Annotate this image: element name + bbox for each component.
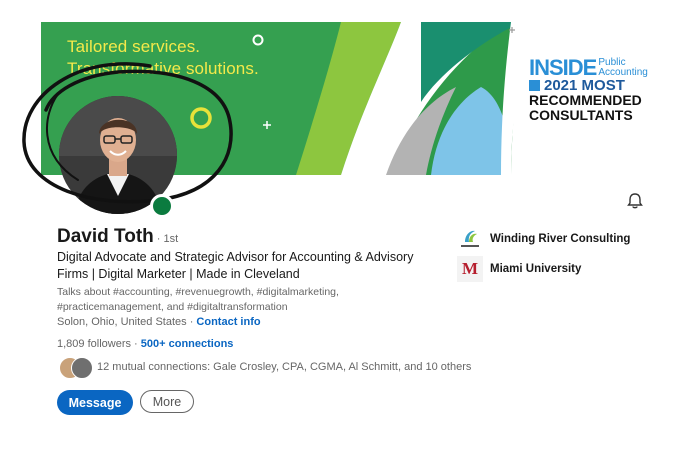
profile-name: David Toth · 1st — [57, 226, 178, 248]
award-badge: INSIDE Public Accounting 2021 MOST RECOM… — [529, 55, 654, 123]
org-winding-river[interactable]: Winding River Consulting — [457, 226, 630, 252]
award-square-icon — [529, 80, 540, 91]
location-row: Solon, Ohio, United States · Contact inf… — [57, 316, 261, 328]
mutual-connections[interactable]: 12 mutual connections: Gale Crosley, CPA… — [59, 356, 472, 379]
mutual-avatars — [59, 356, 93, 379]
award-year: 2021 MOST — [544, 77, 625, 94]
award-inside: INSIDE — [529, 55, 597, 80]
stats-separator: · — [131, 338, 141, 350]
mutual-avatar-2 — [71, 357, 93, 379]
miami-university-logo: M — [457, 256, 483, 282]
online-status-indicator — [150, 194, 174, 218]
hand-drawn-circle — [22, 62, 233, 204]
award-line-2: RECOMMENDED — [529, 92, 642, 108]
bell-icon[interactable] — [626, 192, 644, 210]
location-separator: · — [186, 316, 197, 328]
winding-river-logo — [457, 226, 483, 252]
more-button[interactable]: More — [140, 390, 194, 413]
mutual-connections-text: 12 mutual connections: Gale Crosley, CPA… — [97, 361, 472, 373]
profile-headline: Digital Advocate and Strategic Advisor f… — [57, 250, 414, 281]
connection-degree: · 1st — [156, 233, 179, 245]
org-miami-university[interactable]: M Miami University — [457, 256, 581, 282]
award-publication: Public Accounting — [598, 57, 648, 78]
location-text: Solon, Ohio, United States — [57, 316, 187, 328]
award-line-3: CONSULTANTS — [529, 107, 633, 123]
message-button[interactable]: Message — [57, 390, 133, 415]
network-stats: 1,809 followers · 500+ connections — [57, 338, 233, 350]
connections-link[interactable]: 500+ connections — [141, 338, 234, 350]
contact-info-link[interactable]: Contact info — [196, 316, 260, 328]
org-name: Winding River Consulting — [490, 233, 631, 245]
followers-count: 1,809 followers — [57, 338, 131, 350]
org-name: Miami University — [490, 263, 582, 275]
name-text: David Toth — [57, 226, 154, 247]
tagline-line-1: Tailored services. — [67, 37, 201, 56]
talks-about: Talks about #accounting, #revenuegrowth,… — [57, 286, 339, 313]
